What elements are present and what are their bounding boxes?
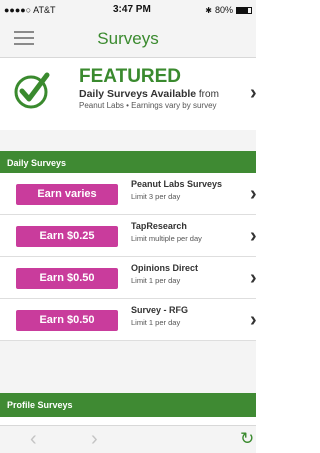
featured-subtitle-rest: from [196,89,219,100]
browser-toolbar: ‹ › ↻ [0,425,256,453]
featured-title: FEATURED [79,66,182,87]
battery-indicator: ✱ 80% [205,5,252,15]
featured-description: Peanut Labs • Earnings vary by survey [79,101,217,110]
survey-limit: Limit 3 per day [131,192,181,201]
carrier-signal: ●●●●○ AT&T [4,5,56,15]
spacer [0,341,256,393]
earn-button[interactable]: Earn $0.25 [16,226,118,247]
survey-row[interactable]: Earn $0.50 Opinions Direct Limit 1 per d… [0,257,257,299]
earn-button[interactable]: Earn $0.50 [16,268,118,289]
nav-bar: Surveys [0,20,256,58]
earn-button[interactable]: Earn varies [16,184,118,205]
chevron-right-icon: › [250,225,257,247]
featured-card[interactable]: FEATURED Daily Surveys Available from Pe… [0,58,257,130]
survey-title: Peanut Labs Surveys [131,179,223,189]
battery-fill [237,7,249,13]
survey-title: TapResearch [131,221,187,231]
survey-row[interactable]: Earn varies Peanut Labs Surveys Limit 3 … [0,173,257,215]
survey-limit: Limit 1 per day [131,276,181,285]
survey-limit: Limit 1 per day [131,318,181,327]
status-bar: ●●●●○ AT&T 3:47 PM ✱ 80% [0,0,256,20]
bluetooth-icon: ✱ [205,5,212,15]
survey-title: Opinions Direct [131,263,199,273]
status-time: 3:47 PM [113,4,151,15]
battery-percent: 80% [214,5,233,15]
spacer [0,130,256,151]
survey-limit: Limit multiple per day [131,234,202,243]
chevron-right-icon[interactable]: › [91,428,98,451]
battery-icon [236,6,252,14]
refresh-icon[interactable]: ↻ [240,429,254,449]
chevron-right-icon: › [250,309,257,331]
survey-title: Survey - RFG [131,305,189,315]
section-header-profile: Profile Surveys [0,393,256,417]
chevron-right-icon: › [250,82,257,104]
survey-row[interactable]: Earn $0.25 TapResearch Limit multiple pe… [0,215,257,257]
chevron-left-icon[interactable]: ‹ [30,428,37,451]
check-circle-icon [14,72,50,109]
survey-row[interactable]: Earn $0.50 Survey - RFG Limit 1 per day … [0,299,257,341]
section-header-daily: Daily Surveys [0,151,256,173]
page-title: Surveys [97,29,159,48]
chevron-right-icon: › [250,183,257,205]
featured-subtitle: Daily Surveys Available from [79,88,219,100]
earn-button[interactable]: Earn $0.50 [16,310,118,331]
chevron-right-icon: › [250,267,257,289]
featured-subtitle-bold: Daily Surveys Available [79,88,197,100]
